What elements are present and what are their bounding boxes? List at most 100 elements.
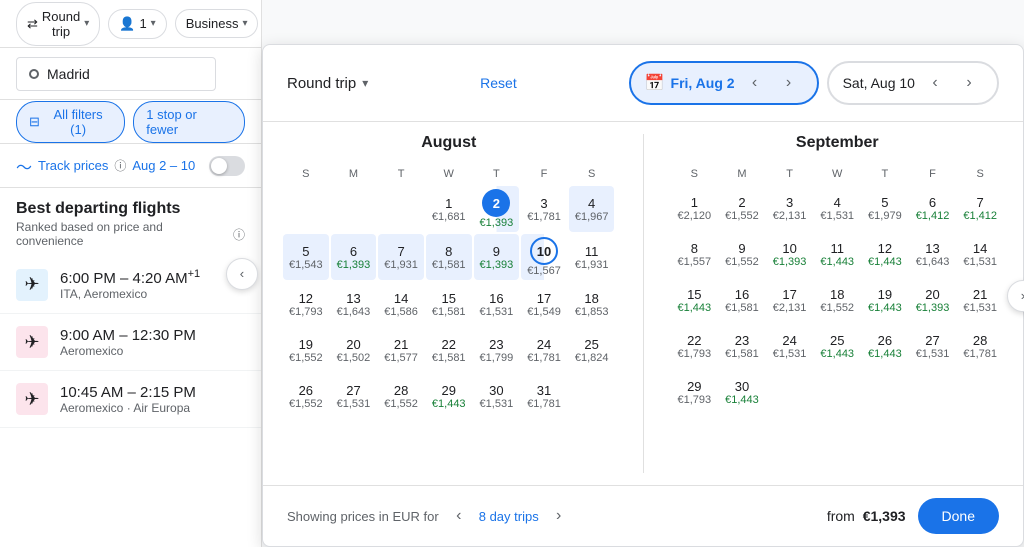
aug-day-21[interactable]: 21€1,577 <box>378 328 424 372</box>
aug-day-16[interactable]: 16€1,531 <box>474 282 520 326</box>
sep-dow-t1: T <box>767 164 813 184</box>
sep-day-27[interactable]: 27€1,531 <box>910 324 956 368</box>
cal-date-from-pill[interactable]: 📅 Fri, Aug 2 ‹ › <box>629 61 819 105</box>
aug-day-10[interactable]: 10€1,567 <box>521 234 567 280</box>
sep-empty-5 <box>957 370 1003 414</box>
track-prices-bar: 〜 Track prices ⓘ Aug 2 – 10 <box>0 144 261 188</box>
aug-day-29[interactable]: 29€1,443 <box>426 374 472 418</box>
done-button[interactable]: Done <box>918 498 999 534</box>
aug-day-20[interactable]: 20€1,502 <box>331 328 377 372</box>
origin-field[interactable]: Madrid <box>16 57 216 91</box>
class-button[interactable]: Business ▾ <box>175 9 259 38</box>
sep-day-14[interactable]: 14€1,531 <box>957 232 1003 276</box>
sep-day-29[interactable]: 29€1,793 <box>672 370 718 414</box>
sep-day-3[interactable]: 3€2,131 <box>767 186 813 230</box>
sep-day-10[interactable]: 10€1,393 <box>767 232 813 276</box>
sep-day-9[interactable]: 9€1,552 <box>719 232 765 276</box>
passenger-icon: 👤 <box>119 16 135 32</box>
trip-type-button[interactable]: ⇄ Round trip ▾ <box>16 2 100 46</box>
aug-day-2[interactable]: 2€1,393 <box>474 186 520 232</box>
sep-day-16[interactable]: 16€1,581 <box>719 278 765 322</box>
ranked-label: Ranked based on price and convenience <box>16 220 229 248</box>
sep-day-15[interactable]: 15€1,443 <box>672 278 718 322</box>
dow-t1: T <box>378 164 424 184</box>
aug-day-7[interactable]: 7€1,931 <box>378 234 424 280</box>
sep-dow-w1: W <box>814 164 860 184</box>
sep-day-13[interactable]: 13€1,643 <box>910 232 956 276</box>
aug-day-1[interactable]: 1€1,681 <box>426 186 472 232</box>
sep-day-4[interactable]: 4€1,531 <box>814 186 860 230</box>
flight-card-2[interactable]: ✈ 9:00 AM – 12:30 PM Aeromexico <box>0 314 261 371</box>
aug-day-4[interactable]: 4€1,967 <box>569 186 615 232</box>
sep-day-8[interactable]: 8€1,557 <box>672 232 718 276</box>
sep-day-26[interactable]: 26€1,443 <box>862 324 908 368</box>
aug-day-27[interactable]: 27€1,531 <box>331 374 377 418</box>
sep-day-19[interactable]: 19€1,443 <box>862 278 908 322</box>
trip-type-label: Round trip <box>42 9 80 39</box>
sep-day-6[interactable]: 6€1,412 <box>910 186 956 230</box>
sep-day-25[interactable]: 25€1,443 <box>814 324 860 368</box>
cal-trip-selector[interactable]: Round trip ▾ <box>287 75 368 92</box>
prev-nav-button[interactable]: ‹ <box>226 258 258 290</box>
aug-day-6[interactable]: 6€1,393 <box>331 234 377 280</box>
aug-day-5[interactable]: 5€1,543 <box>283 234 329 280</box>
all-filters-button[interactable]: ⊟ All filters (1) <box>16 101 125 143</box>
date-to-next-btn[interactable]: › <box>955 69 983 97</box>
sep-day-22[interactable]: 22€1,793 <box>672 324 718 368</box>
date-to-prev-btn[interactable]: ‹ <box>921 69 949 97</box>
aug-day-28[interactable]: 28€1,552 <box>378 374 424 418</box>
track-prices-toggle[interactable] <box>209 156 245 176</box>
sep-day-28[interactable]: 28€1,781 <box>957 324 1003 368</box>
sep-empty-4 <box>910 370 956 414</box>
aug-day-19[interactable]: 19€1,552 <box>283 328 329 372</box>
sep-day-24[interactable]: 24€1,531 <box>767 324 813 368</box>
aug-day-11[interactable]: 11€1,931 <box>569 234 615 280</box>
sep-day-20[interactable]: 20€1,393 <box>910 278 956 322</box>
sep-day-7[interactable]: 7€1,412 <box>957 186 1003 230</box>
sep-day-23[interactable]: 23€1,581 <box>719 324 765 368</box>
cal-date-from-label: Fri, Aug 2 <box>671 75 735 91</box>
sep-day-5[interactable]: 5€1,979 <box>862 186 908 230</box>
toggle-knob <box>211 158 227 174</box>
sep-dow-s2: S <box>957 164 1003 184</box>
sep-day-1[interactable]: 1€2,120 <box>672 186 718 230</box>
aug-day-14[interactable]: 14€1,586 <box>378 282 424 326</box>
aug-day-8[interactable]: 8€1,581 <box>426 234 472 280</box>
search-bar: Madrid <box>0 48 261 100</box>
cal-date-to-pill[interactable]: Sat, Aug 10 ‹ › <box>827 61 999 105</box>
sep-day-12[interactable]: 12€1,443 <box>862 232 908 276</box>
flight-airlines-2: Aeromexico <box>60 344 196 358</box>
aug-day-30[interactable]: 30€1,531 <box>474 374 520 418</box>
flight-details-3: 10:45 AM – 2:15 PM Aeromexico · Air Euro… <box>60 384 196 415</box>
sep-day-18[interactable]: 18€1,552 <box>814 278 860 322</box>
aug-day-18[interactable]: 18€1,853 <box>569 282 615 326</box>
passengers-button[interactable]: 👤 1 ▾ <box>108 9 166 39</box>
aug-day-13[interactable]: 13€1,643 <box>331 282 377 326</box>
aug-day-23[interactable]: 23€1,799 <box>474 328 520 372</box>
sep-day-2[interactable]: 2€1,552 <box>719 186 765 230</box>
aug-day-24[interactable]: 24€1,781 <box>521 328 567 372</box>
cal-reset-button[interactable]: Reset <box>480 75 517 91</box>
flight-time-1: 6:00 PM – 4:20 AM+1 <box>60 268 200 287</box>
sep-day-21[interactable]: 21€1,531 <box>957 278 1003 322</box>
aug-day-15[interactable]: 15€1,581 <box>426 282 472 326</box>
aug-day-25[interactable]: 25€1,824 <box>569 328 615 372</box>
aug-day-31[interactable]: 31€1,781 <box>521 374 567 418</box>
sep-day-30[interactable]: 30€1,443 <box>719 370 765 414</box>
flight-card-1[interactable]: ✈ 6:00 PM – 4:20 AM+1 ITA, Aeromexico <box>0 256 261 314</box>
flight-details-1: 6:00 PM – 4:20 AM+1 ITA, Aeromexico <box>60 268 200 301</box>
flight-card-3[interactable]: ✈ 10:45 AM – 2:15 PM Aeromexico · Air Eu… <box>0 371 261 428</box>
sep-day-17[interactable]: 17€2,131 <box>767 278 813 322</box>
aug-day-9[interactable]: 9€1,393 <box>474 234 520 280</box>
date-from-next-btn[interactable]: › <box>775 69 803 97</box>
aug-day-3[interactable]: 3€1,781 <box>521 186 567 232</box>
aug-day-22[interactable]: 22€1,581 <box>426 328 472 372</box>
date-from-prev-btn[interactable]: ‹ <box>741 69 769 97</box>
aug-day-26[interactable]: 26€1,552 <box>283 374 329 418</box>
trip-duration-prev-btn[interactable]: ‹ <box>445 502 473 530</box>
trip-duration-next-btn[interactable]: › <box>545 502 573 530</box>
stop-filter-chip[interactable]: 1 stop or fewer <box>133 101 245 143</box>
aug-day-17[interactable]: 17€1,549 <box>521 282 567 326</box>
sep-day-11[interactable]: 11€1,443 <box>814 232 860 276</box>
aug-day-12[interactable]: 12€1,793 <box>283 282 329 326</box>
